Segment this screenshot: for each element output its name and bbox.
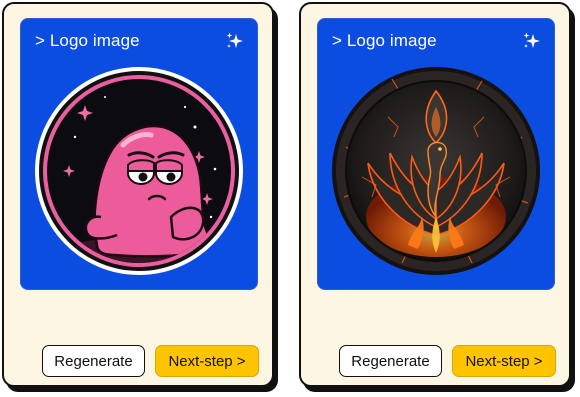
stage: > Logo image Regenerate Next-step > > Lo… xyxy=(0,0,580,397)
logo-panel: > Logo image xyxy=(20,18,258,290)
sparkle-icon[interactable] xyxy=(225,31,245,51)
logo-panel: > Logo image xyxy=(317,18,555,290)
next-step-button[interactable]: Next-step > xyxy=(155,345,259,377)
fire-phoenix-emblem-logo xyxy=(332,67,540,275)
logo-card-pink-blob: > Logo image Regenerate Next-step > xyxy=(2,2,274,387)
logo-card-fire-phoenix: > Logo image Regenerate Next-step > xyxy=(299,2,571,387)
panel-title: > Logo image xyxy=(332,31,437,50)
next-step-button[interactable]: Next-step > xyxy=(452,345,556,377)
pink-blob-character-logo xyxy=(35,67,243,275)
panel-title: > Logo image xyxy=(35,31,140,50)
sparkle-icon[interactable] xyxy=(522,31,542,51)
regenerate-button[interactable]: Regenerate xyxy=(339,345,442,377)
regenerate-button[interactable]: Regenerate xyxy=(42,345,145,377)
